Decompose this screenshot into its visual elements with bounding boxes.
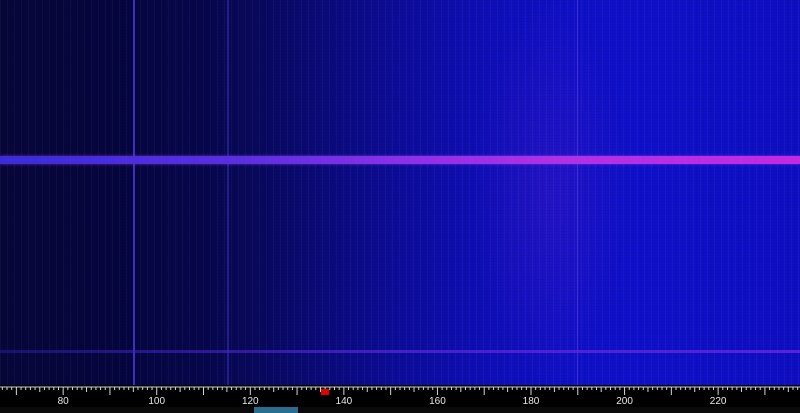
tick-label: 100 xyxy=(148,396,166,407)
tick-label: 80 xyxy=(57,396,69,407)
tick-label: 180 xyxy=(522,396,540,407)
signal-line xyxy=(577,0,578,385)
tick-label: 220 xyxy=(709,396,727,407)
weak-signal-trace xyxy=(0,350,800,353)
tick-label: 120 xyxy=(241,396,259,407)
signal-line xyxy=(227,0,229,385)
waterfall-texture-horizontal xyxy=(0,0,800,385)
horizontal-scrollbar[interactable] xyxy=(0,407,800,413)
tuning-marker[interactable] xyxy=(321,389,330,395)
tick-label: 160 xyxy=(429,396,446,407)
scrollbar-thumb[interactable] xyxy=(254,407,298,413)
signal-line xyxy=(133,0,135,385)
tick-label: 200 xyxy=(616,396,633,407)
carrier-signal-trace xyxy=(0,156,800,164)
tick-label: 140 xyxy=(335,396,353,407)
spectrum-waterfall[interactable] xyxy=(0,0,800,385)
